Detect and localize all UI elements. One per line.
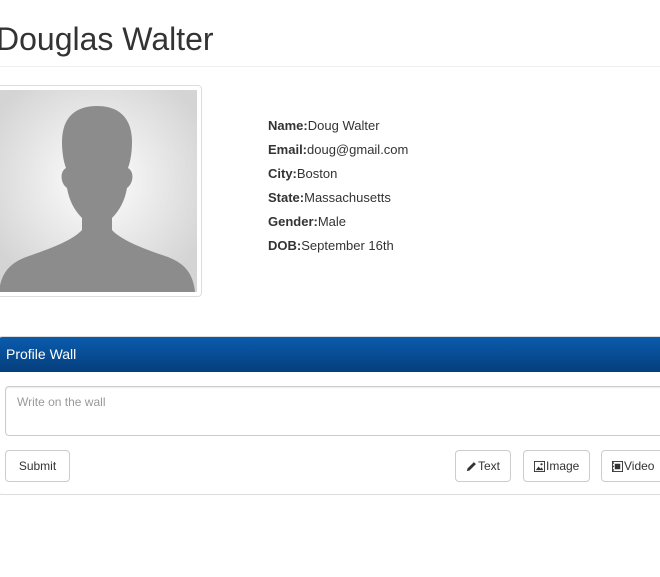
detail-city: City:Boston [268,162,408,186]
video-post-button[interactable]: Video [601,450,660,482]
page-title: Douglas Walter [0,21,214,57]
detail-label: Name: [268,118,308,133]
video-post-label: Video [624,459,655,473]
pencil-icon [466,461,476,471]
detail-state: State:Massachusetts [268,186,408,210]
image-post-button[interactable]: Image [523,450,591,482]
detail-value: Doug Walter [307,118,380,133]
detail-label: State: [268,190,305,205]
detail-name: Name:Doug Walter [268,114,408,138]
profile-photo [0,85,202,297]
detail-label: Gender: [268,214,318,229]
profile-wall-heading: Profile Wall [0,337,660,372]
wall-post-input[interactable] [5,386,660,436]
detail-value: Boston [296,166,338,181]
detail-label: Email: [268,142,308,157]
image-post-label: Image [546,459,580,473]
film-icon [612,460,623,472]
title-divider [0,66,660,67]
detail-dob: DOB:September 16th [268,234,408,258]
detail-label: DOB: [268,238,302,253]
text-post-button[interactable]: Text [455,450,512,482]
profile-wall-panel: Profile Wall Submit Text Image Video [0,336,660,495]
profile-details: Name:Doug Walter Email:doug@gmail.com Ci… [268,114,408,258]
detail-gender: Gender:Male [268,210,408,234]
detail-value: September 16th [301,238,394,253]
person-silhouette-icon [0,90,197,292]
detail-value: Male [317,214,347,229]
detail-value: doug@gmail.com [307,142,409,157]
submit-button[interactable]: Submit [5,450,70,482]
picture-icon [534,460,545,472]
detail-value: Massachusetts [304,190,391,205]
detail-label: City: [268,166,297,181]
text-post-label: Text [478,459,501,473]
detail-email: Email:doug@gmail.com [268,138,408,162]
